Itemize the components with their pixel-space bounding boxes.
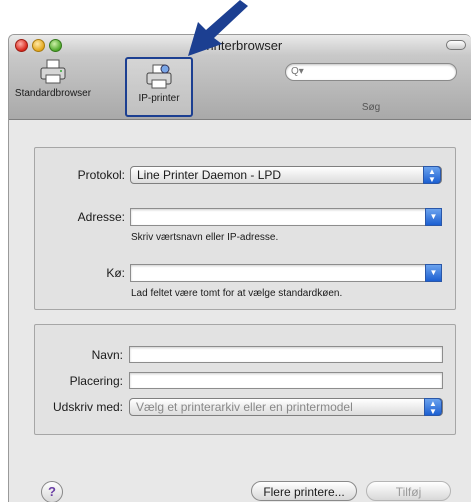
toolbar: Standardbrowser IP-printer Q▾ Søg xyxy=(9,55,471,120)
name-label: Navn: xyxy=(91,348,123,362)
queue-field[interactable]: ▼ xyxy=(130,264,442,282)
connection-group: Protokol: Line Printer Daemon - LPD ▲ ▼ A… xyxy=(34,147,456,310)
print-with-value: Vælg et printerarkiv eller en printermod… xyxy=(136,400,353,414)
location-label: Placering: xyxy=(69,374,123,388)
toolbar-label-standardbrowser: Standardbrowser xyxy=(14,88,92,99)
chevron-down-icon[interactable]: ▼ xyxy=(425,208,442,226)
help-button[interactable]: ? xyxy=(41,481,63,502)
search-input[interactable]: Q▾ xyxy=(285,63,457,81)
popup-arrows-icon: ▲ ▼ xyxy=(423,166,441,184)
print-with-popup[interactable]: Vælg et printerarkiv eller en printermod… xyxy=(129,398,443,416)
toolbar-label-ip-printer: IP-printer xyxy=(138,93,180,104)
popup-arrows-icon: ▲ ▼ xyxy=(424,398,442,416)
details-group: Navn: Placering: Udskriv med: Vælg et pr… xyxy=(34,324,456,435)
name-field[interactable] xyxy=(129,346,443,363)
ip-printer-icon xyxy=(146,64,172,89)
printer-icon xyxy=(40,59,66,84)
annotation-arrow-icon xyxy=(188,0,248,56)
protocol-value: Line Printer Daemon - LPD xyxy=(137,168,282,182)
address-field[interactable]: ▼ xyxy=(130,208,442,226)
toolbar-item-ip-printer[interactable]: IP-printer xyxy=(125,57,193,117)
protocol-popup[interactable]: Line Printer Daemon - LPD ▲ ▼ xyxy=(130,166,442,184)
location-field[interactable] xyxy=(129,372,443,389)
search-area: Q▾ Søg xyxy=(285,63,457,113)
queue-label: Kø: xyxy=(106,266,125,280)
search-label: Søg xyxy=(361,102,381,113)
print-with-label: Udskriv med: xyxy=(52,400,123,414)
toolbar-toggle-button[interactable] xyxy=(446,40,466,50)
help-icon: ? xyxy=(48,484,56,499)
printer-browser-window: Printerbrowser Standardbrowser IP-printe… xyxy=(8,34,471,502)
queue-hint: Lad feltet være tomt for at vælge standa… xyxy=(131,288,343,299)
toolbar-item-standardbrowser[interactable]: Standardbrowser xyxy=(11,58,95,99)
protocol-label: Protokol: xyxy=(77,168,125,182)
more-printers-button[interactable]: Flere printere... xyxy=(251,481,357,501)
chevron-down-icon[interactable]: ▼ xyxy=(425,264,442,282)
address-hint: Skriv værtsnavn eller IP-adresse. xyxy=(131,232,279,243)
add-button[interactable]: Tilføj xyxy=(366,481,451,501)
search-icon: Q▾ xyxy=(291,66,304,77)
address-label: Adresse: xyxy=(77,210,125,224)
